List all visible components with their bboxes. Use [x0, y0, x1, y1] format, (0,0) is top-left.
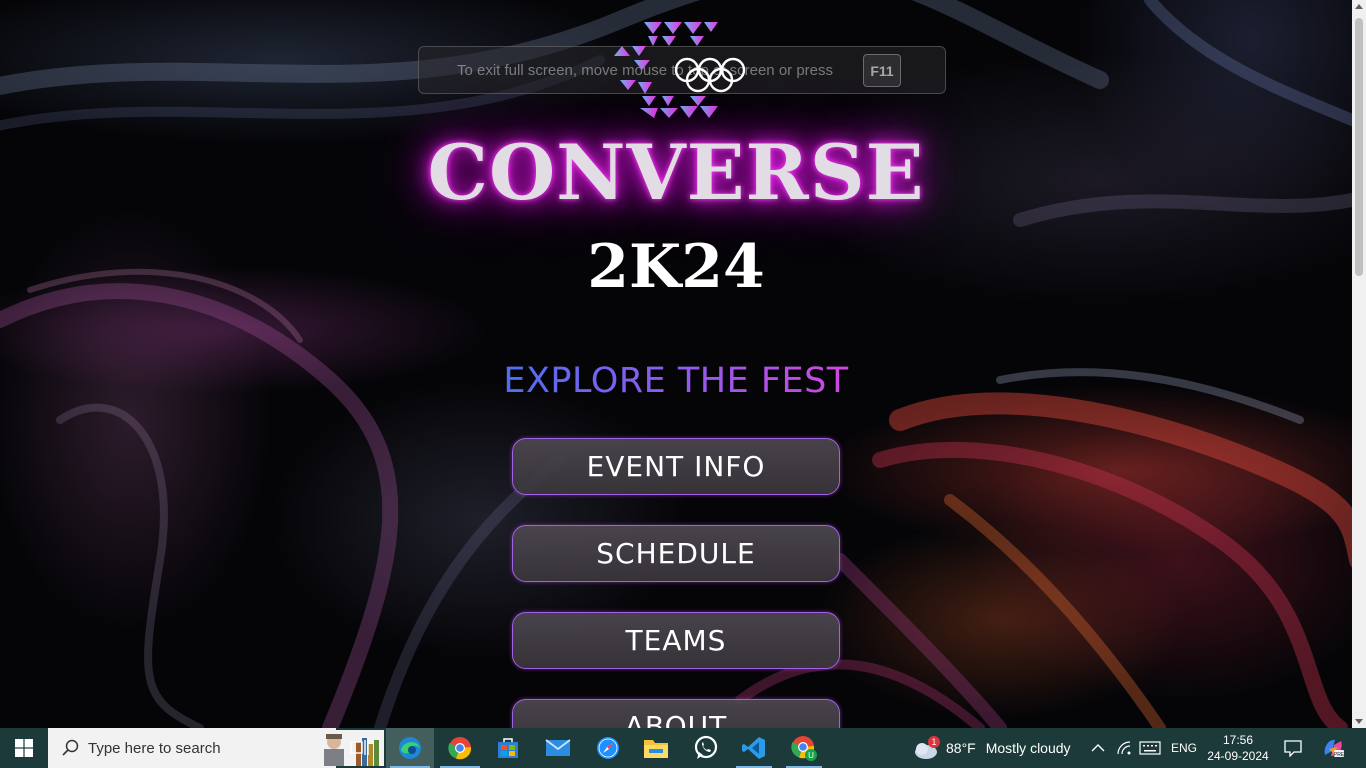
converse-logo	[614, 22, 746, 118]
fest-year: 2K24	[587, 232, 765, 302]
weather-temperature: 88°F	[946, 740, 976, 756]
vertical-scrollbar[interactable]	[1352, 0, 1366, 728]
schedule-button[interactable]: SCHEDULE	[512, 525, 840, 582]
input-language[interactable]: ENG	[1168, 728, 1200, 768]
explore-heading: EXPLORE THE FEST	[0, 361, 1352, 401]
wifi-icon[interactable]	[1112, 728, 1136, 768]
weather-condition: Mostly cloudy	[985, 740, 1071, 756]
show-hidden-icons-chevron-icon[interactable]	[1086, 728, 1110, 768]
chrome-icon[interactable]	[436, 728, 484, 768]
system-clock[interactable]: 17:56 24-09-2024	[1204, 728, 1272, 768]
scroll-down-arrow-icon[interactable]	[1355, 719, 1363, 724]
fest-title: CONVERSE	[427, 128, 925, 217]
whatsapp-icon[interactable]	[684, 728, 728, 768]
teams-button[interactable]: TEAMS	[512, 612, 840, 669]
notifications-icon[interactable]	[1278, 728, 1308, 768]
weather-widget[interactable]: 1 88°F Mostly cloudy	[912, 728, 1072, 768]
chrome-profile-icon[interactable]: U	[782, 728, 826, 768]
windows-logo-icon	[15, 739, 33, 757]
clock-date: 24-09-2024	[1207, 749, 1269, 763]
search-placeholder: Type here to search	[88, 739, 221, 757]
mail-icon[interactable]	[536, 728, 580, 768]
vscode-icon[interactable]	[732, 728, 776, 768]
taskbar-search-box[interactable]: Type here to search	[48, 728, 384, 768]
store-icon[interactable]	[486, 728, 530, 768]
webpage-viewport: To exit full screen, move mouse to top o…	[0, 0, 1352, 728]
task-view-icon[interactable]	[344, 728, 376, 768]
edge-icon[interactable]	[386, 728, 434, 768]
file-explorer-icon[interactable]	[634, 728, 678, 768]
start-button[interactable]	[0, 728, 48, 768]
explore-heading-text: EXPLORE THE FEST	[503, 361, 849, 401]
clock-time: 17:56	[1222, 733, 1254, 747]
weather-badge: 1	[931, 737, 936, 747]
scroll-up-arrow-icon[interactable]	[1355, 4, 1363, 9]
svg-text:PRE: PRE	[1334, 752, 1345, 758]
safari-icon[interactable]	[586, 728, 630, 768]
search-icon	[62, 739, 79, 756]
copilot-icon[interactable]: PRE	[1318, 728, 1348, 768]
event-info-button[interactable]: EVENT INFO	[512, 438, 840, 495]
windows-taskbar: Type here to search U 1 88°F Mostly clou…	[0, 728, 1366, 768]
f11-key-hint: F11	[863, 54, 901, 87]
about-button[interactable]: ABOUT	[512, 699, 840, 728]
scrollbar-thumb[interactable]	[1355, 18, 1363, 276]
cloud-icon: 1	[915, 736, 940, 759]
keyboard-icon[interactable]	[1138, 728, 1162, 768]
svg-text:U: U	[808, 751, 814, 760]
